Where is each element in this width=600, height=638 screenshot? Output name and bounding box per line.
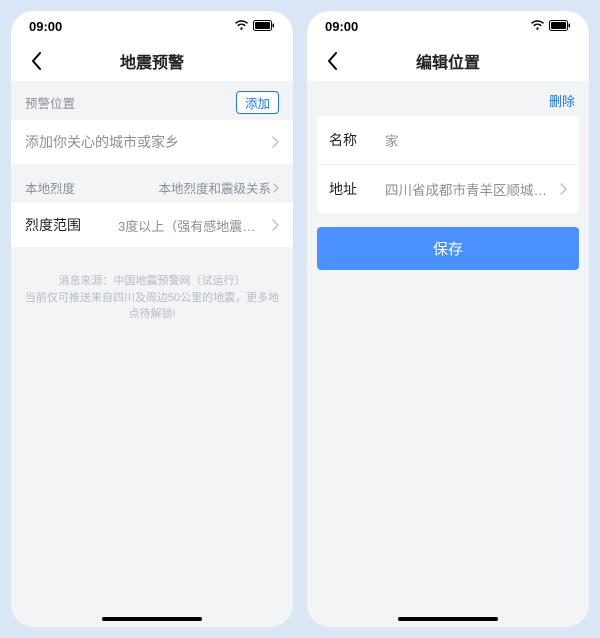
address-value: 四川省成都市青羊区顺城大街... xyxy=(385,179,560,199)
nav-bar: 编辑位置 xyxy=(307,41,589,81)
footnote: 消息来源：中国地震预警网（试运行） 当前仅可推送来自四川及周边50公里的地震，更… xyxy=(11,273,293,323)
chevron-right-icon xyxy=(560,183,567,195)
intensity-relation-link[interactable]: 本地烈度和震级关系 xyxy=(158,178,279,197)
add-button[interactable]: 添加 xyxy=(236,91,279,114)
footnote-line1: 消息来源：中国地震预警网（试运行） xyxy=(23,273,281,290)
subheader-label: 本地烈度 xyxy=(25,178,75,197)
save-button[interactable]: 保存 xyxy=(317,227,579,270)
address-row[interactable]: 地址 四川省成都市青羊区顺城大街... xyxy=(317,164,579,213)
chevron-right-icon xyxy=(272,219,279,231)
relation-text: 本地烈度和震级关系 xyxy=(158,178,271,197)
status-right xyxy=(234,19,275,34)
phone-left: 09:00 地震预警 预警位置 添加 添加你关心的城市或家乡 本地烈度 xyxy=(10,10,294,628)
chevron-left-icon xyxy=(327,52,338,70)
status-bar: 09:00 xyxy=(307,11,589,41)
wifi-icon xyxy=(530,19,545,34)
content-right: 删除 名称 家 地址 四川省成都市青羊区顺城大街... 保存 xyxy=(307,81,589,627)
add-city-placeholder: 添加你关心的城市或家乡 xyxy=(25,132,179,152)
page-title: 编辑位置 xyxy=(416,49,480,73)
status-time: 09:00 xyxy=(325,19,358,34)
intensity-value: 3度以上（强有感地震动） xyxy=(118,216,268,235)
chevron-left-icon xyxy=(31,52,42,70)
home-indicator xyxy=(102,617,202,621)
status-bar: 09:00 xyxy=(11,11,293,41)
chevron-right-icon xyxy=(273,183,279,193)
battery-icon xyxy=(253,19,275,34)
phone-right: 09:00 编辑位置 删除 名称 家 地址 xyxy=(306,10,590,628)
content-left: 预警位置 添加 添加你关心的城市或家乡 本地烈度 本地烈度和震级关系 烈度范围 … xyxy=(11,81,293,627)
add-city-row[interactable]: 添加你关心的城市或家乡 xyxy=(11,120,293,164)
wifi-icon xyxy=(234,19,249,34)
intensity-label: 烈度范围 xyxy=(25,215,81,235)
address-label: 地址 xyxy=(329,179,367,199)
section-local-intensity: 本地烈度 本地烈度和震级关系 xyxy=(11,164,293,203)
location-card: 名称 家 地址 四川省成都市青羊区顺城大街... xyxy=(317,116,579,213)
status-right xyxy=(530,19,571,34)
home-indicator xyxy=(398,617,498,621)
footnote-line2: 当前仅可推送来自四川及周边50公里的地震，更多地点待解锁! xyxy=(23,290,281,323)
name-label: 名称 xyxy=(329,130,367,150)
page-title: 地震预警 xyxy=(120,49,184,73)
battery-icon xyxy=(549,19,571,34)
intensity-range-row[interactable]: 烈度范围 3度以上（强有感地震动） xyxy=(11,203,293,247)
nav-bar: 地震预警 xyxy=(11,41,293,81)
name-value: 家 xyxy=(385,130,567,150)
delete-link[interactable]: 删除 xyxy=(307,81,589,112)
section-warning-location: 预警位置 添加 xyxy=(11,81,293,120)
back-button[interactable] xyxy=(317,41,347,81)
back-button[interactable] xyxy=(21,41,51,81)
section-label: 预警位置 xyxy=(25,93,75,112)
chevron-right-icon xyxy=(272,136,279,148)
name-row[interactable]: 名称 家 xyxy=(317,116,579,164)
status-time: 09:00 xyxy=(29,19,62,34)
